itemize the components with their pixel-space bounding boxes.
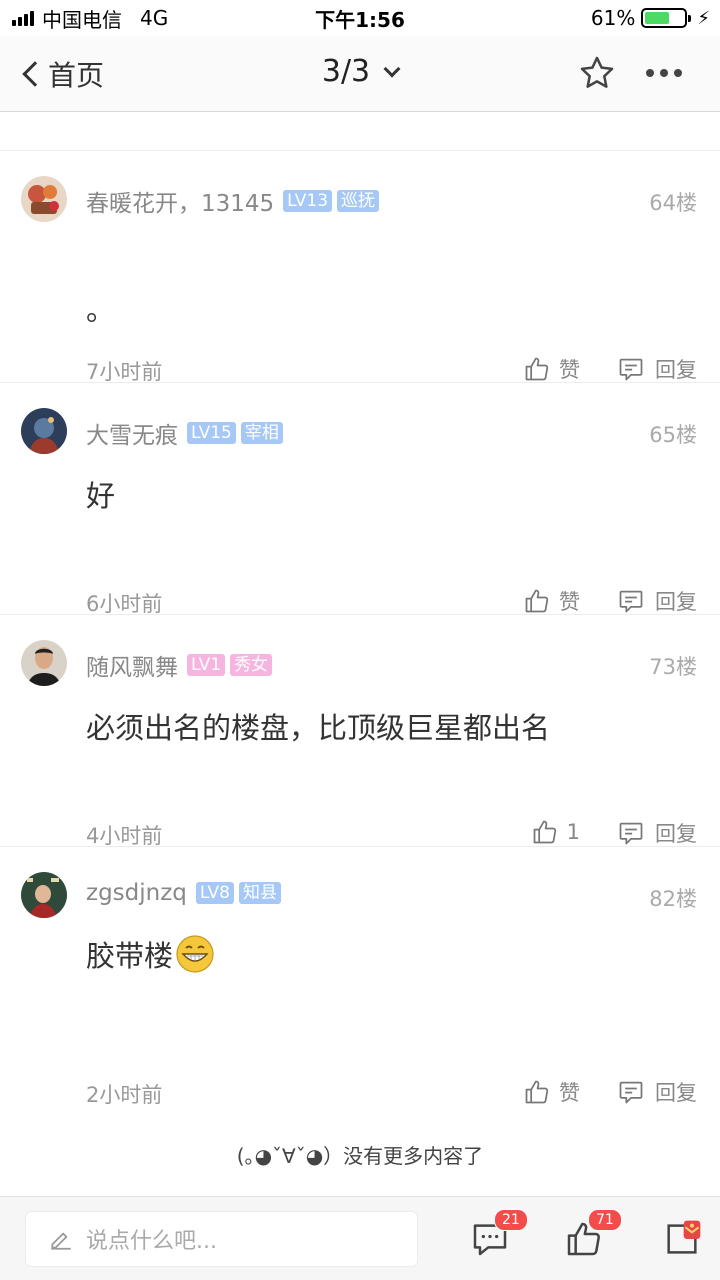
title-badge: 秀女: [230, 654, 273, 676]
like-button[interactable]: 1: [531, 818, 580, 846]
avatar[interactable]: [21, 176, 67, 222]
thumb-up-icon: [525, 357, 549, 381]
comment-count-badge: 21: [494, 1209, 528, 1231]
avatar[interactable]: [21, 872, 67, 918]
comment-text: 好: [86, 479, 116, 513]
comment-input[interactable]: 说点什么吧...: [25, 1211, 418, 1267]
status-right: 61% ⚡: [591, 6, 710, 30]
like-button[interactable]: 赞: [523, 1077, 580, 1107]
share-icon: [667, 1220, 701, 1254]
reply-label: 回复: [655, 822, 697, 846]
floor-number: 82楼: [649, 887, 697, 911]
comment-item: 春暖花开，13145 LV13 巡抚 64楼 。 7小时前 赞 回复: [0, 151, 720, 384]
end-of-list-note: (｡◕ˇ∀ˇ◕）没有更多内容了: [236, 1144, 484, 1168]
level-badge: LV13: [283, 190, 333, 212]
comment-header: 春暖花开，13145 LV13 巡抚: [86, 184, 380, 218]
like-count-badge: 71: [588, 1209, 622, 1231]
username[interactable]: 大雪无痕: [86, 416, 178, 450]
comment-header: 大雪无痕 LV15 宰相: [86, 416, 283, 450]
like-button[interactable]: 赞: [523, 354, 580, 384]
floor-number: 65楼: [649, 423, 697, 447]
avatar[interactable]: [21, 408, 67, 454]
thumb-up-icon: [525, 589, 549, 613]
thumb-up-icon: [533, 820, 556, 844]
pencil-icon: [51, 1232, 71, 1250]
like-label: 赞: [559, 358, 580, 382]
reply-label: 回复: [655, 358, 697, 382]
comment-item: 随风飘舞 LV1 秀女 73楼 必须出名的楼盘，比顶级巨星都出名 4小时前 1 …: [0, 615, 720, 848]
grin-emoji-icon: [176, 935, 214, 973]
star-icon[interactable]: [578, 54, 616, 92]
comment-count-button[interactable]: 21: [470, 1209, 528, 1259]
reply-button[interactable]: 回复: [617, 354, 697, 384]
title-badge: 宰相: [240, 422, 283, 444]
like-label: 赞: [559, 590, 580, 614]
nav-bar: 首页 3/3: [0, 36, 720, 112]
comment-text: 。: [86, 293, 116, 327]
status-bar: 中国电信 4G 下午1:56 61% ⚡: [0, 0, 720, 36]
username[interactable]: 随风飘舞: [86, 648, 178, 682]
input-placeholder: 说点什么吧...: [86, 1229, 217, 1254]
comment-header: zgsdjnzq LV8 知县: [86, 880, 281, 906]
comment-item: zgsdjnzq LV8 知县 82楼 胶带楼 2小时前 赞 回复: [0, 847, 720, 1107]
title-badge: 知县: [238, 882, 281, 904]
level-badge: LV1: [187, 654, 226, 676]
comment-text-row: 胶带楼: [86, 933, 215, 975]
reply-label: 回复: [655, 590, 697, 614]
level-badge: LV15: [187, 422, 236, 444]
comment-time: 2小时前: [86, 1083, 163, 1107]
floor-number: 73楼: [649, 655, 697, 679]
reply-icon: [619, 1081, 643, 1104]
comment-time: 7小时前: [86, 360, 163, 384]
avatar[interactable]: [21, 640, 67, 686]
charging-icon: ⚡: [697, 7, 710, 29]
share-button[interactable]: [662, 1219, 702, 1259]
reply-button[interactable]: 回复: [617, 586, 697, 616]
comment-time: 4小时前: [86, 824, 163, 848]
reply-icon: [619, 590, 643, 613]
reply-label: 回复: [655, 1081, 697, 1105]
comment-item: 大雪无痕 LV15 宰相 65楼 好 6小时前 赞 回复: [0, 383, 720, 616]
like-count-button[interactable]: 71: [564, 1209, 622, 1259]
previous-content-strip: [0, 113, 720, 151]
floor-number: 64楼: [649, 191, 697, 215]
chevron-down-icon: [383, 60, 401, 78]
thumb-up-icon: [525, 1080, 549, 1104]
battery-icon: [641, 8, 692, 28]
comment-header: 随风飘舞 LV1 秀女: [86, 648, 273, 682]
page-indicator: 3/3: [321, 54, 371, 89]
comment-text: 胶带楼: [86, 939, 174, 973]
reply-button[interactable]: 回复: [617, 818, 697, 848]
username[interactable]: zgsdjnzq: [86, 880, 187, 906]
like-count: 1: [566, 820, 580, 844]
more-icon[interactable]: [646, 69, 682, 77]
level-badge: LV8: [195, 882, 234, 904]
reply-icon: [619, 358, 643, 381]
reply-button[interactable]: 回复: [617, 1077, 697, 1107]
title-badge: 巡抚: [337, 190, 380, 212]
username[interactable]: 春暖花开，13145: [86, 184, 274, 218]
battery-percent: 61%: [590, 6, 636, 30]
battery-fill: [645, 12, 669, 24]
like-button[interactable]: 赞: [523, 586, 580, 616]
like-label: 赞: [559, 1081, 580, 1105]
comment-time: 6小时前: [86, 592, 163, 616]
bottom-bar: 说点什么吧... 21 71: [0, 1196, 720, 1280]
reply-icon: [619, 822, 643, 845]
comment-list: 春暖花开，13145 LV13 巡抚 64楼 。 7小时前 赞 回复 大雪无痕 …: [0, 113, 720, 1107]
comment-text: 必须出名的楼盘，比顶级巨星都出名: [86, 711, 551, 745]
